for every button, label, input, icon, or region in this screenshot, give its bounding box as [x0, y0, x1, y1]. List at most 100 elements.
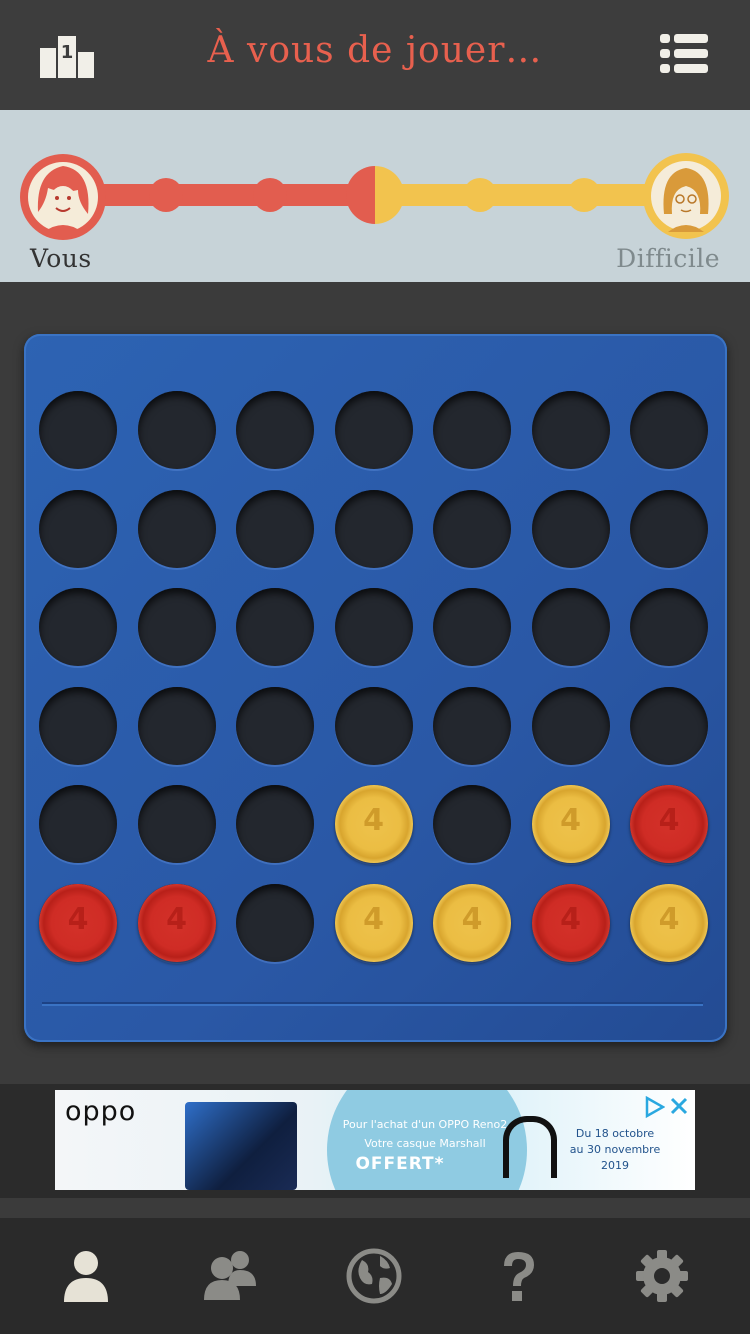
- progress-dot-red-2: [253, 178, 287, 212]
- token-mark: 4: [166, 901, 187, 937]
- ad-headphones-image: [503, 1116, 557, 1178]
- board-cell-r6-c5[interactable]: 4: [433, 883, 511, 962]
- ad-text-line2: Votre casque Marshall: [364, 1137, 486, 1150]
- board-cell-r6-c3[interactable]: [236, 883, 314, 962]
- board-cell-r5-c3[interactable]: [236, 785, 314, 863]
- board-cell-r6-c2[interactable]: 4: [137, 883, 216, 962]
- board-cell-r4-c2[interactable]: [137, 686, 216, 765]
- help-icon: [504, 1252, 534, 1301]
- opponent-avatar: [643, 153, 729, 239]
- board-cell-r2-c1[interactable]: [39, 489, 117, 568]
- board-cell-r5-c2[interactable]: [137, 785, 216, 863]
- player-label: Vous: [30, 244, 92, 273]
- yellow-token: 4: [531, 785, 610, 863]
- board-cell-r3-c5[interactable]: [433, 588, 511, 666]
- nav-separator: [0, 1198, 750, 1218]
- nav-two-players[interactable]: [200, 1246, 260, 1306]
- game-area: 4 4 4 4 4 4 4 4 4: [0, 282, 750, 1084]
- board-cell-r4-c1[interactable]: [39, 686, 117, 765]
- board-cell-r3-c2[interactable]: [137, 588, 216, 666]
- board-cell-r1-c5[interactable]: [433, 391, 511, 469]
- token-mark: 4: [363, 901, 384, 937]
- board-cell-r1-c2[interactable]: [137, 391, 216, 469]
- ad-offer-text: OFFERT*: [355, 1154, 445, 1174]
- board-cell-r6-c7[interactable]: 4: [630, 883, 708, 962]
- board-cell-r4-c7[interactable]: [630, 686, 708, 765]
- board-cell-r2-c5[interactable]: [433, 489, 511, 568]
- red-token: 4: [630, 785, 708, 863]
- board-cell-r4-c4[interactable]: [334, 686, 413, 765]
- nav-online[interactable]: [344, 1246, 404, 1306]
- red-token: 4: [137, 883, 216, 962]
- token-mark: 4: [560, 803, 581, 838]
- progress-marker: [346, 166, 404, 224]
- board-cell-r3-c7[interactable]: [630, 588, 708, 666]
- advertisement-banner[interactable]: oppo Pour l'achat d'un OPPO Reno2 Votre …: [55, 1090, 695, 1190]
- board-cell-r2-c2[interactable]: [137, 489, 216, 568]
- board-cell-r5-c7[interactable]: 4: [630, 785, 708, 863]
- yellow-token: 4: [630, 883, 708, 962]
- token-mark: 4: [461, 901, 483, 937]
- token-mark: 4: [67, 901, 89, 937]
- board-cell-r4-c6[interactable]: [531, 686, 610, 765]
- ad-date-line1: Du 18 octobre: [575, 1127, 655, 1140]
- board-cell-r5-c1[interactable]: [39, 785, 117, 863]
- globe-icon: [346, 1248, 402, 1304]
- board-cell-r2-c3[interactable]: [236, 489, 314, 568]
- board-cell-r1-c1[interactable]: [39, 391, 117, 469]
- token-mark: 4: [658, 901, 680, 937]
- progress-dot-yellow-2: [567, 178, 601, 212]
- nav-solo-player[interactable]: [56, 1246, 116, 1306]
- bottom-nav: [0, 1218, 750, 1334]
- board-cell-r6-c1[interactable]: 4: [39, 883, 117, 962]
- settings-icon: [636, 1250, 688, 1302]
- nav-settings[interactable]: [632, 1246, 692, 1306]
- ad-band: oppo Pour l'achat d'un OPPO Reno2 Votre …: [0, 1084, 750, 1198]
- yellow-token: 4: [334, 883, 413, 962]
- ad-date-text: Du 18 octobre au 30 novembre 2019: [560, 1126, 670, 1174]
- yellow-token: 4: [334, 785, 413, 863]
- match-progress: Vous Difficile: [0, 110, 750, 282]
- player-avatar: [20, 154, 106, 240]
- progress-dot-yellow-1: [463, 178, 497, 212]
- token-mark: 4: [560, 901, 581, 937]
- board-cell-r6-c6[interactable]: 4: [531, 883, 610, 962]
- ad-text-line1: Pour l'achat d'un OPPO Reno2: [342, 1118, 508, 1131]
- board-cell-r2-c4[interactable]: [334, 489, 413, 568]
- nav-help[interactable]: [488, 1246, 548, 1306]
- board-cell-r2-c6[interactable]: [531, 489, 610, 568]
- board-cell-r3-c6[interactable]: [531, 588, 610, 666]
- board-cell-r1-c7[interactable]: [630, 391, 708, 469]
- people-icon: [204, 1251, 256, 1300]
- opponent-difficulty-label: Difficile: [616, 244, 720, 273]
- board-cell-r5-c4[interactable]: 4: [334, 785, 413, 863]
- yellow-token: 4: [433, 883, 511, 962]
- board-cell-r5-c6[interactable]: 4: [531, 785, 610, 863]
- token-mark: 4: [658, 803, 680, 838]
- board-cell-r1-c4[interactable]: [334, 391, 413, 469]
- board-cell-r4-c3[interactable]: [236, 686, 314, 765]
- ad-choices-icon[interactable]: [643, 1096, 665, 1118]
- token-mark: 4: [363, 803, 384, 838]
- top-bar: 1 À vous de jouer…: [0, 0, 750, 110]
- person-icon: [64, 1251, 108, 1302]
- board-cell-r1-c6[interactable]: [531, 391, 610, 469]
- board-base-line: [42, 1002, 703, 1004]
- board-cell-r3-c3[interactable]: [236, 588, 314, 666]
- board-cell-r6-c4[interactable]: 4: [334, 883, 413, 962]
- red-token: 4: [531, 883, 610, 962]
- board-cell-r3-c4[interactable]: [334, 588, 413, 666]
- board-cell-r4-c5[interactable]: [433, 686, 511, 765]
- board-cell-r3-c1[interactable]: [39, 588, 117, 666]
- board-cell-r1-c3[interactable]: [236, 391, 314, 469]
- menu-list-icon[interactable]: [660, 30, 708, 78]
- board-cell-r2-c7[interactable]: [630, 489, 708, 568]
- ad-date-line2: au 30 novembre 2019: [569, 1143, 661, 1172]
- progress-dot-red-1: [149, 178, 183, 212]
- ad-phone-image: [185, 1102, 297, 1190]
- ad-close-icon[interactable]: [667, 1094, 691, 1118]
- red-token: 4: [39, 883, 117, 962]
- connect-four-board[interactable]: 4 4 4 4 4 4 4 4 4: [24, 334, 727, 1042]
- turn-title: À vous de jouer…: [207, 30, 543, 71]
- board-cell-r5-c5[interactable]: [433, 785, 511, 863]
